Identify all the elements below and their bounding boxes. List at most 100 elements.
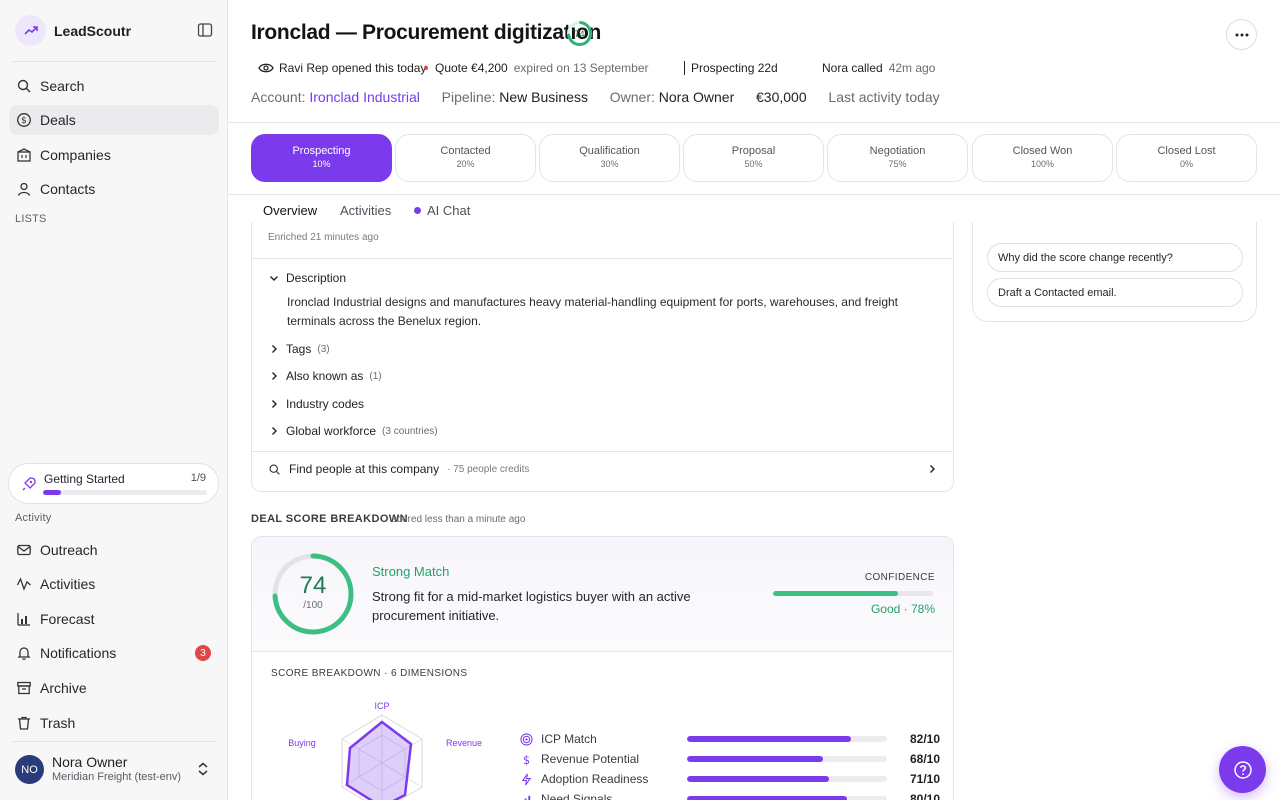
target-icon [520,732,533,746]
score-timestamp: scored less than a minute ago [392,514,526,525]
stage-closed-lost[interactable]: Closed Lost 0% [1116,134,1257,182]
dimension-icp-match: ICP Match 82/10 [520,731,940,747]
stage-proposal[interactable]: Proposal 50% [683,134,824,182]
sidebar-item-forecast[interactable]: Forecast [9,604,219,634]
description-toggle[interactable]: Description [268,271,346,285]
industry-codes-toggle[interactable]: Industry codes [268,397,364,411]
aka-label: Also known as [286,369,364,383]
user-name: Nora Owner [52,754,128,770]
suggestion-chip[interactable]: Draft a Contacted email. [987,278,1243,307]
tab-activities[interactable]: Activities [340,203,391,218]
sidebar-toggle-icon[interactable] [197,22,215,40]
enriched-timestamp: Enriched 21 minutes ago [268,232,379,243]
search-icon [17,79,31,93]
workforce-count: (3 countries) [382,425,438,437]
stage-contacted[interactable]: Contacted 20% [395,134,536,182]
activity-icon [16,577,31,591]
card-divider [252,258,953,259]
quote-amount: Quote €4,200 [435,61,508,75]
aka-count: (1) [369,370,382,382]
radar-label-icp: ICP [374,701,389,711]
stage-name: Closed Lost [1157,145,1216,157]
radar-score-shape [345,720,413,800]
dimension-adoption-readiness: Adoption Readiness 71/10 [520,771,940,787]
header-divider [228,122,1280,123]
sidebar-item-companies[interactable]: Companies [9,140,219,170]
tags-toggle[interactable]: Tags (3) [268,342,330,356]
find-people-credits: · 75 people credits [447,463,530,475]
user-menu[interactable]: NO Nora Owner Meridian Freight (test-env… [15,754,215,786]
dimension-bar-fill [687,796,847,800]
dimension-name: ICP Match [541,732,597,746]
sidebar-item-activities[interactable]: Activities [9,569,219,599]
person-icon [17,182,31,196]
sidebar-item-notifications[interactable]: Notifications 3 [9,638,219,668]
dimension-bar [687,776,887,782]
sidebar-item-label: Notifications [40,645,117,661]
account-link[interactable]: Ironclad Industrial [309,89,420,105]
sidebar-item-outreach[interactable]: Outreach [9,535,219,565]
lightning-icon [521,773,532,785]
ai-suggestions-panel: Why did the score change recently? Draft… [972,222,1257,322]
owner-label: Owner: [609,89,655,105]
stage-prospecting[interactable]: Prospecting 10% [251,134,392,182]
sidebar-divider [12,61,217,62]
confidence-bar [773,591,933,596]
last-call-text: Nora called [822,61,883,75]
activity-heading: Activity [15,512,52,524]
signal-icon [524,795,531,800]
stage-negotiation[interactable]: Negotiation 75% [827,134,968,182]
archive-icon [17,681,31,695]
tab-overview[interactable]: Overview [263,203,317,218]
stage-name: Proposal [731,145,776,157]
last-call: Nora called 42m ago [822,60,935,76]
lists-heading: LISTS [15,213,47,225]
description-label: Description [286,271,347,285]
dollar-icon: $ [523,754,530,766]
tab-ai-chat[interactable]: AI Chat [414,203,470,218]
find-people-button[interactable]: Find people at this company · 75 people … [268,462,938,476]
stage-qualification[interactable]: Qualification 30% [539,134,680,182]
score-max: /100 [303,600,323,611]
stage-probability: 100% [1030,159,1055,169]
sidebar-item-archive[interactable]: Archive [9,673,219,703]
getting-started-card[interactable]: Getting Started 1/9 [8,463,219,504]
chevron-updown-icon [198,762,208,776]
opened-text: Ravi Rep opened this today [279,61,427,75]
more-options-button[interactable] [1226,19,1257,50]
radar-chart: ICP Buying Revenue [288,701,482,800]
pipeline-value: New Business [499,89,588,105]
workforce-toggle[interactable]: Global workforce (3 countries) [268,424,438,438]
industry-codes-label: Industry codes [286,397,365,411]
quote-status[interactable]: Quote €4,200 expired on 13 September [424,60,649,76]
dimension-need-signals: Need Signals 80/10 [520,791,940,800]
quote-expiry: expired on 13 September [513,61,649,75]
sidebar-item-deals[interactable]: $ Deals [9,105,219,135]
company-overview-card: Enriched 21 minutes ago Description Iron… [251,222,954,492]
help-button[interactable] [1219,746,1266,793]
sidebar-item-trash[interactable]: Trash [9,708,219,738]
chevron-right-icon [930,465,935,473]
chevron-right-icon [272,372,277,380]
tags-count: (3) [317,343,330,355]
sidebar-item-label: Contacts [40,181,96,197]
avatar: NO [15,755,44,784]
suggestion-chip[interactable]: Why did the score change recently? [987,243,1243,272]
aka-toggle[interactable]: Also known as (1) [268,369,382,383]
stage-closed-won[interactable]: Closed Won 100% [972,134,1113,182]
brand[interactable]: LeadScoutr [15,15,131,46]
dimension-name: Revenue Potential [541,752,640,766]
help-icon [1233,760,1252,779]
opened-status: Ravi Rep opened this today [258,60,426,76]
sidebar-item-search[interactable]: Search [9,71,219,101]
getting-started-progress-fill [43,490,62,495]
radar-label-buying: Buying [288,738,316,748]
bar-chart-icon [17,613,30,626]
sidebar-item-contacts[interactable]: Contacts [9,174,219,204]
account-label: Account: [251,89,306,105]
bell-icon [17,647,31,660]
eye-icon [258,63,274,73]
page-title: Ironclad — Procurement digitization [251,21,602,44]
getting-started-progress [43,490,207,495]
dollar-circle-icon: $ [17,113,31,127]
